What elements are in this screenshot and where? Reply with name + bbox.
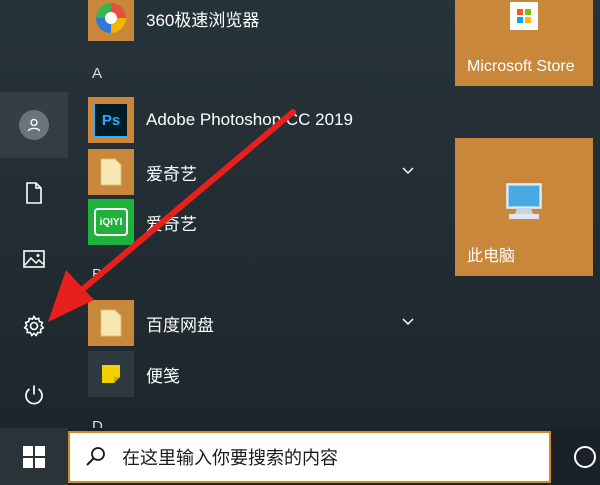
app-item-iqiyi-folder[interactable]: 爱奇艺 [88, 149, 433, 195]
store-icon [510, 2, 538, 30]
search-box[interactable]: 在这里输入你要搜索的内容 [68, 431, 551, 483]
pictures-button[interactable] [0, 228, 68, 290]
photoshop-icon: Ps [88, 97, 134, 143]
app-item-baidu-netdisk[interactable]: 百度网盘 [88, 300, 433, 346]
app-label: Adobe Photoshop CC 2019 [146, 110, 353, 129]
chevron-down-icon[interactable] [401, 314, 415, 328]
power-icon [25, 385, 43, 405]
app-list: 360极速浏览器 A Ps Adobe Photoshop CC 2019 爱奇… [88, 0, 438, 435]
user-account-button[interactable] [0, 92, 68, 158]
tile-label: Microsoft Store [467, 58, 575, 75]
user-avatar-icon [19, 110, 49, 140]
tile-microsoft-store[interactable]: Microsoft Store [455, 0, 593, 86]
start-menu: 360极速浏览器 A Ps Adobe Photoshop CC 2019 爱奇… [0, 0, 600, 435]
360-browser-icon [88, 0, 134, 41]
app-item-iqiyi[interactable]: iQIYI 爱奇艺 [88, 199, 433, 245]
settings-button[interactable] [0, 295, 68, 357]
sticky-notes-icon [88, 351, 134, 397]
start-rail [0, 0, 68, 428]
section-letter-a[interactable]: A [92, 65, 102, 82]
windows-logo-icon [23, 445, 45, 468]
documents-button[interactable] [0, 162, 68, 224]
power-button[interactable] [0, 364, 68, 426]
app-item-sticky-notes[interactable]: 便笺 [88, 351, 433, 397]
folder-icon [88, 149, 134, 195]
app-label: 便笺 [146, 366, 180, 386]
start-button[interactable] [0, 428, 68, 485]
app-label: 百度网盘 [146, 315, 214, 335]
picture-icon [23, 250, 45, 268]
app-label: 爱奇艺 [146, 214, 197, 234]
document-icon [26, 182, 42, 204]
app-label: 爱奇艺 [146, 164, 197, 184]
cortana-icon[interactable] [574, 446, 596, 468]
search-input[interactable]: 在这里输入你要搜索的内容 [122, 444, 338, 470]
app-label: 360极速浏览器 [146, 10, 260, 30]
computer-icon [506, 183, 542, 219]
tile-label: 此电脑 [467, 248, 516, 265]
gear-icon [23, 314, 45, 337]
search-icon [86, 447, 105, 466]
iqiyi-icon: iQIYI [88, 199, 134, 245]
app-item-photoshop[interactable]: Ps Adobe Photoshop CC 2019 [88, 97, 433, 143]
chevron-down-icon[interactable] [401, 163, 415, 177]
section-letter-b[interactable]: B [92, 266, 102, 283]
app-item-360-browser[interactable]: 360极速浏览器 [88, 0, 433, 41]
tile-this-pc[interactable]: 此电脑 [455, 138, 593, 276]
taskbar: 在这里输入你要搜索的内容 [0, 428, 600, 485]
folder-icon [88, 300, 134, 346]
